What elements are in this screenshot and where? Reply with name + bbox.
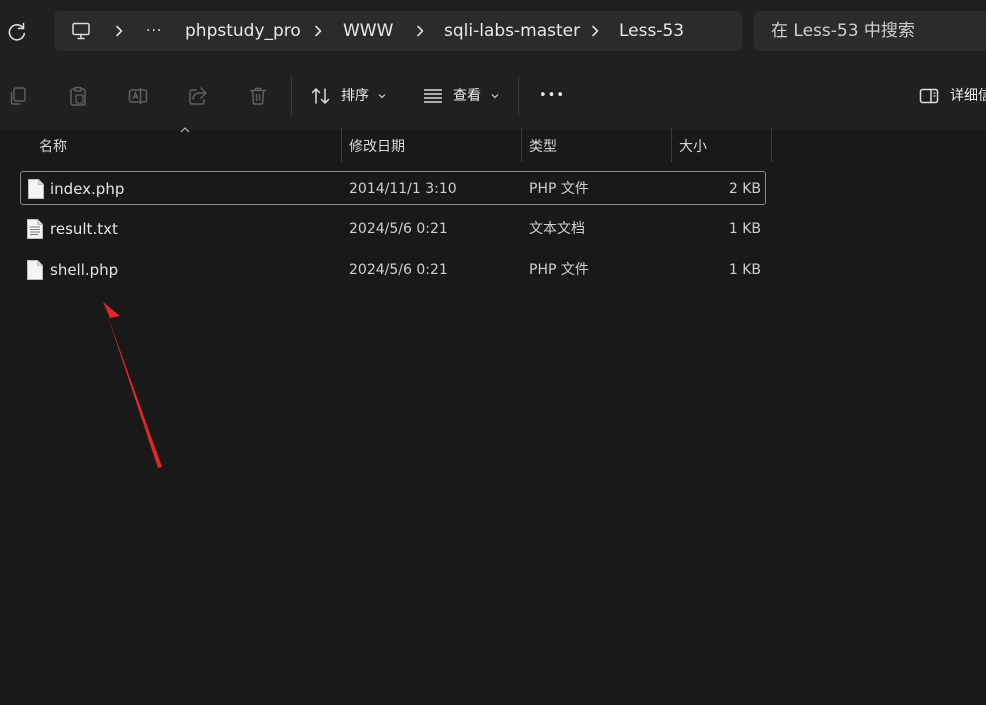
file-modified: 2024/5/6 0:21	[349, 221, 448, 237]
copy-icon[interactable]	[7, 85, 29, 107]
file-modified: 2014/11/1 3:10	[349, 181, 457, 197]
php-file-icon	[27, 260, 43, 280]
breadcrumb-phpstudy-pro[interactable]: phpstudy_pro	[185, 11, 301, 51]
rename-icon[interactable]	[127, 85, 149, 107]
column-header-modified[interactable]: 修改日期	[349, 132, 405, 162]
view-button[interactable]: 查看	[453, 86, 481, 106]
file-type: 文本文档	[529, 221, 585, 237]
view-icon[interactable]	[422, 85, 444, 107]
address-bar[interactable]: ··· phpstudy_pro WWW sqli-labs-master Le…	[54, 11, 742, 51]
search-placeholder[interactable]: 在 Less-53 中搜索	[771, 11, 915, 51]
chevron-right-icon[interactable]	[589, 25, 601, 37]
sort-ascending-icon	[180, 127, 190, 133]
chevron-right-icon[interactable]	[113, 25, 125, 37]
column-header-type[interactable]: 类型	[529, 132, 557, 162]
column-divider[interactable]	[671, 128, 672, 162]
file-name[interactable]: shell.php	[50, 253, 118, 287]
chevron-right-icon[interactable]	[312, 25, 324, 37]
file-modified: 2024/5/6 0:21	[349, 262, 448, 278]
details-button[interactable]: 详细信息	[950, 86, 986, 106]
breadcrumb-www[interactable]: WWW	[343, 11, 393, 51]
breadcrumb-sqli-labs-master[interactable]: sqli-labs-master	[444, 11, 580, 51]
column-divider[interactable]	[341, 128, 342, 162]
file-type: PHP 文件	[529, 181, 589, 197]
column-divider[interactable]	[521, 128, 522, 162]
address-toolbar: ··· phpstudy_pro WWW sqli-labs-master Le…	[0, 0, 986, 62]
refresh-icon[interactable]	[6, 21, 28, 43]
file-size: 1 KB	[728, 262, 761, 278]
text-file-icon	[27, 219, 43, 239]
file-row[interactable]: shell.php 2024/5/6 0:21 PHP 文件 1 KB	[20, 253, 766, 287]
breadcrumb-less-53[interactable]: Less-53	[619, 11, 684, 51]
chevron-down-icon[interactable]	[491, 93, 499, 99]
php-file-icon	[28, 179, 44, 199]
column-header-name[interactable]: 名称	[39, 132, 67, 162]
column-header-size[interactable]: 大小	[679, 132, 707, 162]
file-name[interactable]: index.php	[50, 172, 124, 206]
command-bar: 排序 查看 ••• 详细信息	[0, 62, 986, 130]
chevron-right-icon[interactable]	[414, 25, 426, 37]
chevron-down-icon[interactable]	[378, 93, 386, 99]
paste-icon[interactable]	[67, 85, 89, 107]
breadcrumb-more-button[interactable]: ···	[146, 11, 162, 51]
more-options-button[interactable]: •••	[539, 86, 565, 106]
file-row[interactable]: result.txt 2024/5/6 0:21 文本文档 1 KB	[20, 212, 766, 246]
file-type: PHP 文件	[529, 262, 589, 278]
toolbar-divider	[291, 76, 292, 116]
share-icon[interactable]	[187, 85, 209, 107]
this-pc-icon[interactable]	[71, 21, 91, 41]
details-pane-icon[interactable]	[918, 85, 940, 107]
search-box[interactable]: 在 Less-53 中搜索	[754, 11, 986, 51]
delete-icon[interactable]	[247, 85, 269, 107]
sort-button[interactable]: 排序	[341, 86, 369, 106]
column-divider[interactable]	[771, 128, 772, 162]
toolbar-divider	[518, 76, 519, 116]
file-size: 1 KB	[728, 221, 761, 237]
annotation-arrow	[103, 302, 162, 468]
sort-icon[interactable]	[310, 85, 332, 107]
file-size: 2 KB	[728, 181, 761, 197]
file-name[interactable]: result.txt	[50, 212, 118, 246]
file-row[interactable]: index.php 2014/11/1 3:10 PHP 文件 2 KB	[20, 171, 766, 205]
